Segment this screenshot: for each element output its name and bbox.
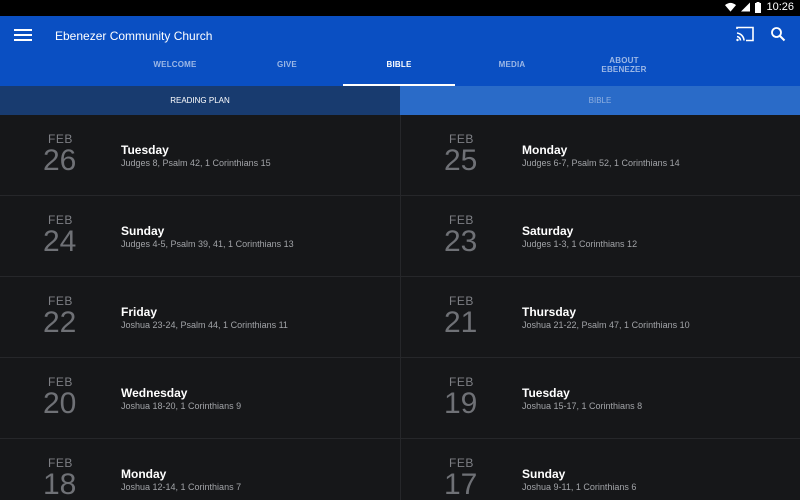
reading-references: Joshua 15-17, 1 Corinthians 8	[522, 401, 643, 411]
search-icon	[771, 27, 786, 42]
reading-day: 21	[444, 306, 478, 339]
reading-weekday: Saturday	[522, 224, 574, 238]
status-icons: 10:26	[725, 1, 794, 13]
reading-references: Judges 6-7, Psalm 52, 1 Corinthians 14	[522, 158, 680, 168]
battery-icon	[755, 1, 762, 13]
tab-welcome[interactable]: WELCOME	[119, 44, 231, 86]
wifi-icon	[725, 2, 737, 12]
reading-plan-list: FEB 26 Tuesday Judges 8, Psalm 42, 1 Cor…	[0, 115, 800, 500]
reading-weekday: Sunday	[121, 224, 165, 238]
tab-media[interactable]: MEDIA	[456, 44, 568, 86]
reading-references: Joshua 18-20, 1 Corinthians 9	[121, 401, 242, 411]
reading-day: 24	[43, 225, 77, 258]
reading-references: Judges 8, Psalm 42, 1 Corinthians 15	[121, 158, 271, 168]
reading-weekday: Monday	[522, 143, 568, 157]
menu-icon-line	[14, 29, 32, 31]
reading-weekday: Tuesday	[121, 143, 169, 157]
reading-weekday: Sunday	[522, 467, 566, 481]
reading-item[interactable]: FEB 25 Monday Judges 6-7, Psalm 52, 1 Co…	[400, 115, 800, 196]
subtab-bar: READING PLAN BIBLE	[0, 86, 800, 115]
reading-weekday: Tuesday	[522, 386, 570, 400]
cast-button[interactable]	[736, 26, 756, 46]
reading-references: Joshua 9-11, 1 Corinthians 6	[522, 482, 637, 492]
menu-icon-line	[14, 39, 32, 41]
reading-day: 20	[43, 387, 77, 420]
status-bar: 10:26	[0, 0, 800, 16]
search-button[interactable]	[770, 26, 790, 46]
reading-references: Judges 1-3, 1 Corinthians 12	[522, 239, 638, 249]
reading-item[interactable]: FEB 24 Sunday Judges 4-5, Psalm 39, 41, …	[0, 196, 400, 277]
reading-day: 26	[43, 144, 77, 177]
reading-item[interactable]: FEB 19 Tuesday Joshua 15-17, 1 Corinthia…	[400, 358, 800, 439]
tab-bar: WELCOME GIVE BIBLE MEDIA ABOUT EBENEZER	[0, 44, 800, 86]
reading-day: 17	[444, 468, 478, 500]
reading-day: 19	[444, 387, 478, 420]
reading-weekday: Thursday	[522, 305, 577, 319]
app-title: Ebenezer Community Church	[55, 29, 213, 43]
reading-weekday: Wednesday	[121, 386, 188, 400]
reading-day: 23	[444, 225, 478, 258]
menu-button[interactable]	[14, 26, 32, 46]
reading-references: Joshua 23-24, Psalm 44, 1 Corinthians 11	[121, 320, 288, 330]
reading-day: 25	[444, 144, 478, 177]
tab-give[interactable]: GIVE	[231, 44, 343, 86]
reading-day: 18	[43, 468, 77, 500]
reading-item[interactable]: FEB 17 Sunday Joshua 9-11, 1 Corinthians…	[400, 439, 800, 500]
reading-weekday: Monday	[121, 467, 167, 481]
subtab-bible[interactable]: BIBLE	[400, 86, 800, 115]
signal-icon	[741, 2, 751, 12]
reading-item[interactable]: FEB 21 Thursday Joshua 21-22, Psalm 47, …	[400, 277, 800, 358]
tab-bible[interactable]: BIBLE	[343, 44, 455, 86]
reading-item[interactable]: FEB 23 Saturday Judges 1-3, 1 Corinthian…	[400, 196, 800, 277]
reading-references: Joshua 21-22, Psalm 47, 1 Corinthians 10	[522, 320, 690, 330]
reading-item[interactable]: FEB 18 Monday Joshua 12-14, 1 Corinthian…	[0, 439, 400, 500]
tab-about-ebenezer[interactable]: ABOUT EBENEZER	[568, 44, 680, 86]
reading-item[interactable]: FEB 20 Wednesday Joshua 18-20, 1 Corinth…	[0, 358, 400, 439]
cast-icon	[736, 26, 754, 42]
status-time: 10:26	[766, 1, 794, 13]
menu-icon-line	[14, 34, 32, 36]
reading-day: 22	[43, 306, 77, 339]
reading-weekday: Friday	[121, 305, 158, 319]
subtab-reading-plan[interactable]: READING PLAN	[0, 86, 400, 115]
reading-item[interactable]: FEB 22 Friday Joshua 23-24, Psalm 44, 1 …	[0, 277, 400, 358]
reading-references: Joshua 12-14, 1 Corinthians 7	[121, 482, 242, 492]
reading-item[interactable]: FEB 26 Tuesday Judges 8, Psalm 42, 1 Cor…	[0, 115, 400, 196]
reading-references: Judges 4-5, Psalm 39, 41, 1 Corinthians …	[121, 239, 294, 249]
